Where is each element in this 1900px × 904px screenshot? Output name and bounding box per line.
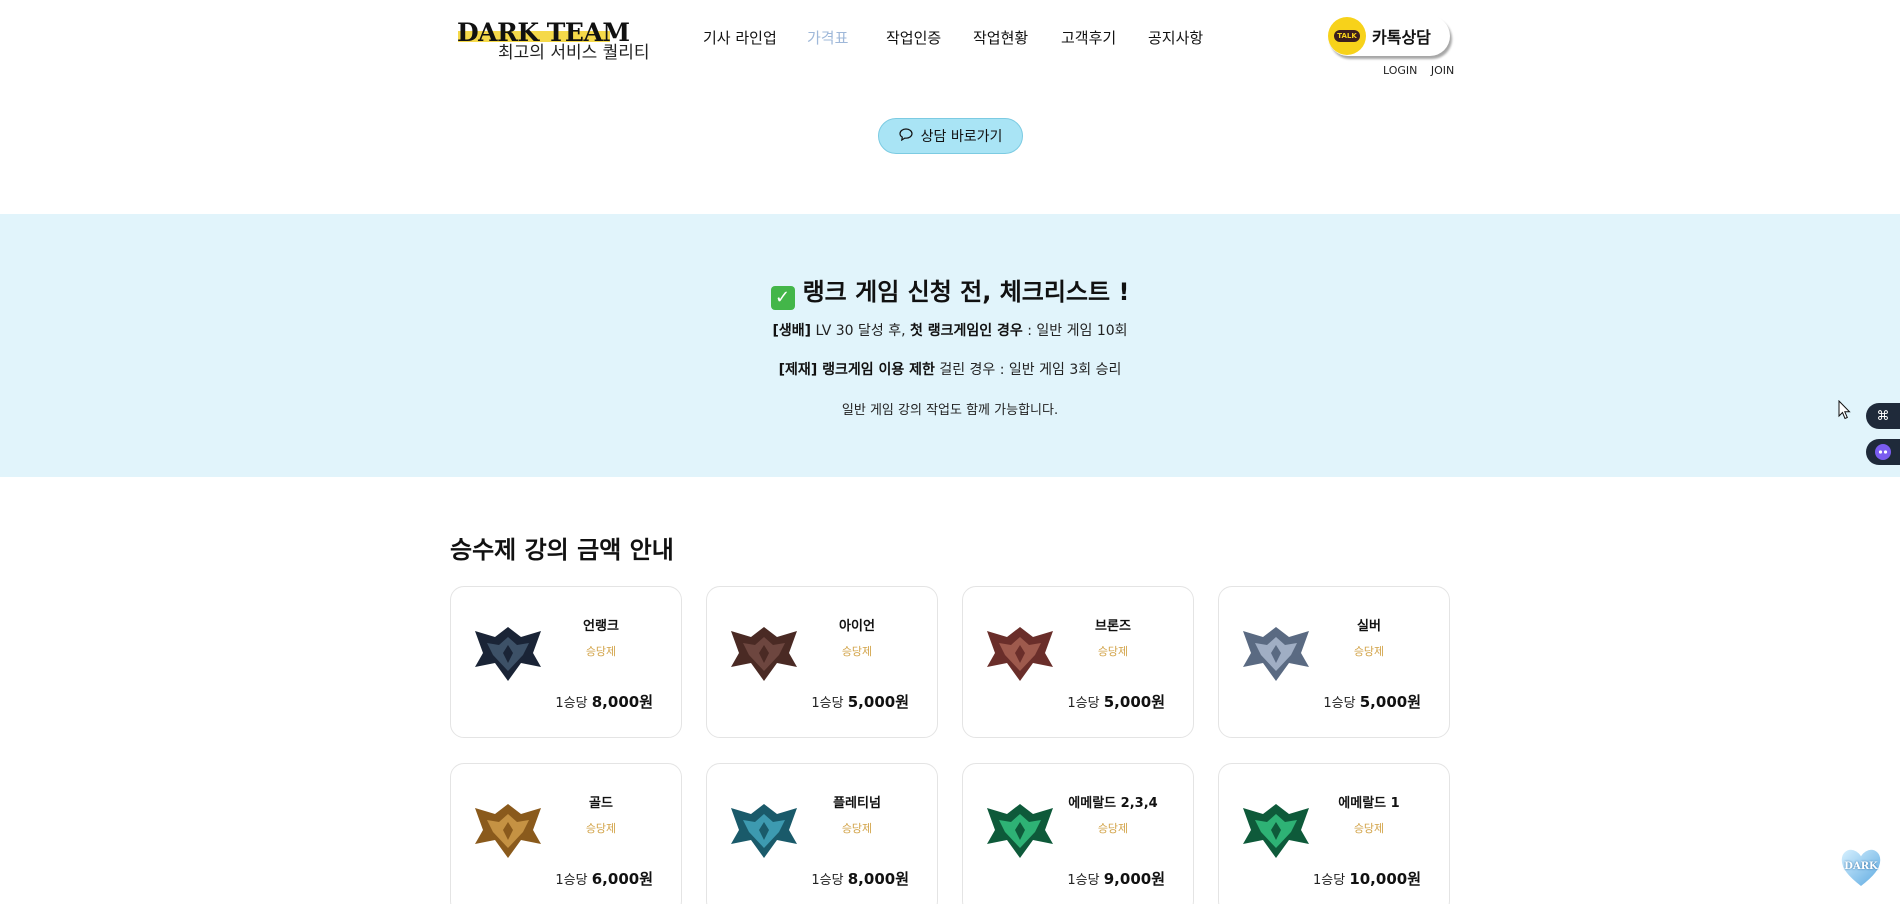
card-price-type: 승당제 (1097, 822, 1129, 835)
side-bot-widget[interactable] (1866, 439, 1900, 465)
card-price-prefix: 1승당 (811, 873, 844, 888)
card-price-prefix: 1승당 (1312, 873, 1346, 888)
join-link[interactable]: JOIN (1431, 64, 1454, 77)
rank-emblem-icon (731, 804, 797, 858)
card-price-prefix: 1승당 (1323, 696, 1356, 711)
card-price-type: 승당제 (585, 645, 617, 658)
checklist-title-text: 랭크 게임 신청 전, 체크리스트 ! (802, 278, 1130, 306)
card-price-value: 5,000원 (847, 693, 909, 711)
nav-item-pricing[interactable]: 가격표 (807, 27, 886, 48)
card-tier-name: 에메랄드 1 (1338, 796, 1400, 811)
rank-checklist-section: ✓ 랭크 게임 신청 전, 체크리스트 ! [생배] LV 30 달성 후, 첫 … (0, 214, 1900, 477)
checklist-line-restriction: [제재] 랭크게임 이용 제한 걸린 경우 : 일반 게임 3회 승리 (0, 359, 1900, 379)
card-price: 1승당 8,000원 (555, 691, 653, 712)
pricing-card[interactable]: 에메랄드 1 승당제 1승당 10,000원 (1218, 763, 1450, 904)
checkmark-icon: ✓ (770, 286, 795, 310)
rank-emblem-icon (1243, 804, 1309, 858)
rank-emblem-icon (475, 627, 541, 681)
card-price: 1승당 5,000원 (1067, 691, 1165, 712)
kakao-consult-label: 카톡상담 (1372, 28, 1431, 47)
card-price-prefix: 1승당 (811, 696, 844, 711)
card-price-prefix: 1승당 (1067, 873, 1100, 888)
main-nav: 기사 라인업 가격표 작업인증 작업현황 고객후기 공지사항 (703, 27, 1203, 48)
site-logo[interactable]: DARK TEAM 최고의 서비스 퀄리티 (455, 16, 655, 63)
rank-emblem-icon (475, 804, 541, 858)
checklist-line2-rest: 걸린 경우 : 일반 게임 3회 승리 (934, 362, 1122, 378)
pricing-card[interactable]: 브론즈승당제 1승당 5,000원 (962, 586, 1194, 738)
card-price: 1승당 8,000원 (811, 868, 909, 889)
card-price-type: 승당제 (841, 645, 873, 658)
chat-bubble-icon (899, 127, 913, 145)
nav-item-notice[interactable]: 공지사항 (1148, 27, 1203, 48)
bot-face-icon (1875, 444, 1891, 460)
card-price-type: 승당제 (585, 822, 617, 835)
card-tier-name: 언랭크 (583, 619, 619, 634)
kakao-consult-button[interactable]: TALK 카톡상담 (1328, 16, 1450, 56)
checklist-line-new-account: [생배] LV 30 달성 후, 첫 랭크게임인 경우 : 일반 게임 10회 (0, 320, 1900, 340)
pricing-card[interactable]: 골드승당제 1승당 6,000원 (450, 763, 682, 904)
card-price: 1승당 10,000원 (1313, 868, 1421, 889)
card-tier-name: 에메랄드 2,3,4 (1068, 796, 1158, 811)
checklist-tag-new: [생배] (772, 323, 812, 339)
card-price-type: 승당제 (841, 822, 873, 835)
pricing-card[interactable]: 언랭크승당제 1승당 8,000원 (450, 586, 682, 738)
nav-item-status[interactable]: 작업현황 (973, 27, 1061, 48)
card-price-value: 8,000원 (591, 693, 653, 711)
checklist-line1-b: : 일반 게임 10회 (1022, 323, 1128, 339)
card-price-type: 승당제 (1097, 645, 1129, 658)
kakao-talk-badge: TALK (1334, 30, 1360, 42)
nav-item-proof[interactable]: 작업인증 (886, 27, 973, 48)
card-price-prefix: 1승당 (1067, 696, 1100, 711)
nav-item-lineup[interactable]: 기사 라인업 (703, 27, 807, 48)
card-price: 1승당 6,000원 (555, 868, 653, 889)
card-price-value: 9,000원 (1103, 870, 1165, 888)
auth-links: LOGIN JOIN (1383, 64, 1464, 77)
card-tier-name: 아이언 (839, 619, 875, 634)
mouse-cursor-icon (1838, 400, 1851, 420)
card-price: 1승당 9,000원 (1067, 868, 1165, 889)
kakao-talk-icon: TALK (1328, 17, 1366, 55)
card-price: 1승당 5,000원 (1323, 691, 1421, 712)
floating-widget-text: DARK (1844, 861, 1878, 872)
rank-emblem-icon (987, 627, 1053, 681)
checklist-line1-a: LV 30 달성 후, (811, 323, 911, 339)
card-price-value: 10,000원 (1349, 870, 1421, 888)
side-apps-widget[interactable]: ⌘ (1866, 403, 1900, 429)
checklist-note: 일반 게임 강의 작업도 함께 가능합니다. (841, 403, 1059, 418)
checklist-line1-bold: 첫 랭크게임인 경우 (910, 323, 1023, 339)
floating-talk-widget[interactable]: DARK (1838, 845, 1884, 891)
consult-shortcut-label: 상담 바로가기 (920, 129, 1003, 145)
rank-emblem-icon (731, 627, 797, 681)
card-price-prefix: 1승당 (555, 873, 588, 888)
nav-item-reviews[interactable]: 고객후기 (1061, 27, 1148, 48)
card-tier-name: 플레티넘 (833, 796, 881, 811)
card-price-type: 승당제 (1353, 822, 1385, 835)
card-tier-name: 실버 (1357, 619, 1381, 634)
consult-shortcut-button[interactable]: 상담 바로가기 (878, 118, 1023, 154)
card-price-value: 6,000원 (591, 870, 653, 888)
login-link[interactable]: LOGIN (1383, 64, 1417, 77)
site-header: DARK TEAM 최고의 서비스 퀄리티 기사 라인업 가격표 작업인증 작업… (0, 0, 1900, 95)
card-price-value: 8,000원 (847, 870, 909, 888)
pricing-section-title: 승수제 강의 금액 안내 (450, 536, 674, 564)
card-price-type: 승당제 (1353, 645, 1385, 658)
card-price-value: 5,000원 (1103, 693, 1165, 711)
rank-emblem-icon (987, 804, 1053, 858)
card-tier-name: 브론즈 (1095, 619, 1131, 634)
checklist-tag-restriction: [제재] 랭크게임 이용 제한 (778, 362, 935, 378)
logo-slogan: 최고의 서비스 퀄리티 (498, 43, 650, 63)
checklist-title: ✓ 랭크 게임 신청 전, 체크리스트 ! (0, 272, 1900, 310)
rank-emblem-icon (1243, 627, 1309, 681)
grid-icon: ⌘ (1876, 408, 1890, 424)
pricing-card[interactable]: 아이언승당제 1승당 5,000원 (706, 586, 938, 738)
card-price-prefix: 1승당 (555, 696, 588, 711)
pricing-card[interactable]: 에메랄드 2,3,4 승당제 1승당 9,000원 (962, 763, 1194, 904)
card-price: 1승당 5,000원 (811, 691, 909, 712)
card-price-value: 5,000원 (1359, 693, 1421, 711)
pricing-card[interactable]: 실버승당제 1승당 5,000원 (1218, 586, 1450, 738)
pricing-card[interactable]: 플레티넘승당제 1승당 8,000원 (706, 763, 938, 904)
card-tier-name: 골드 (589, 796, 613, 811)
